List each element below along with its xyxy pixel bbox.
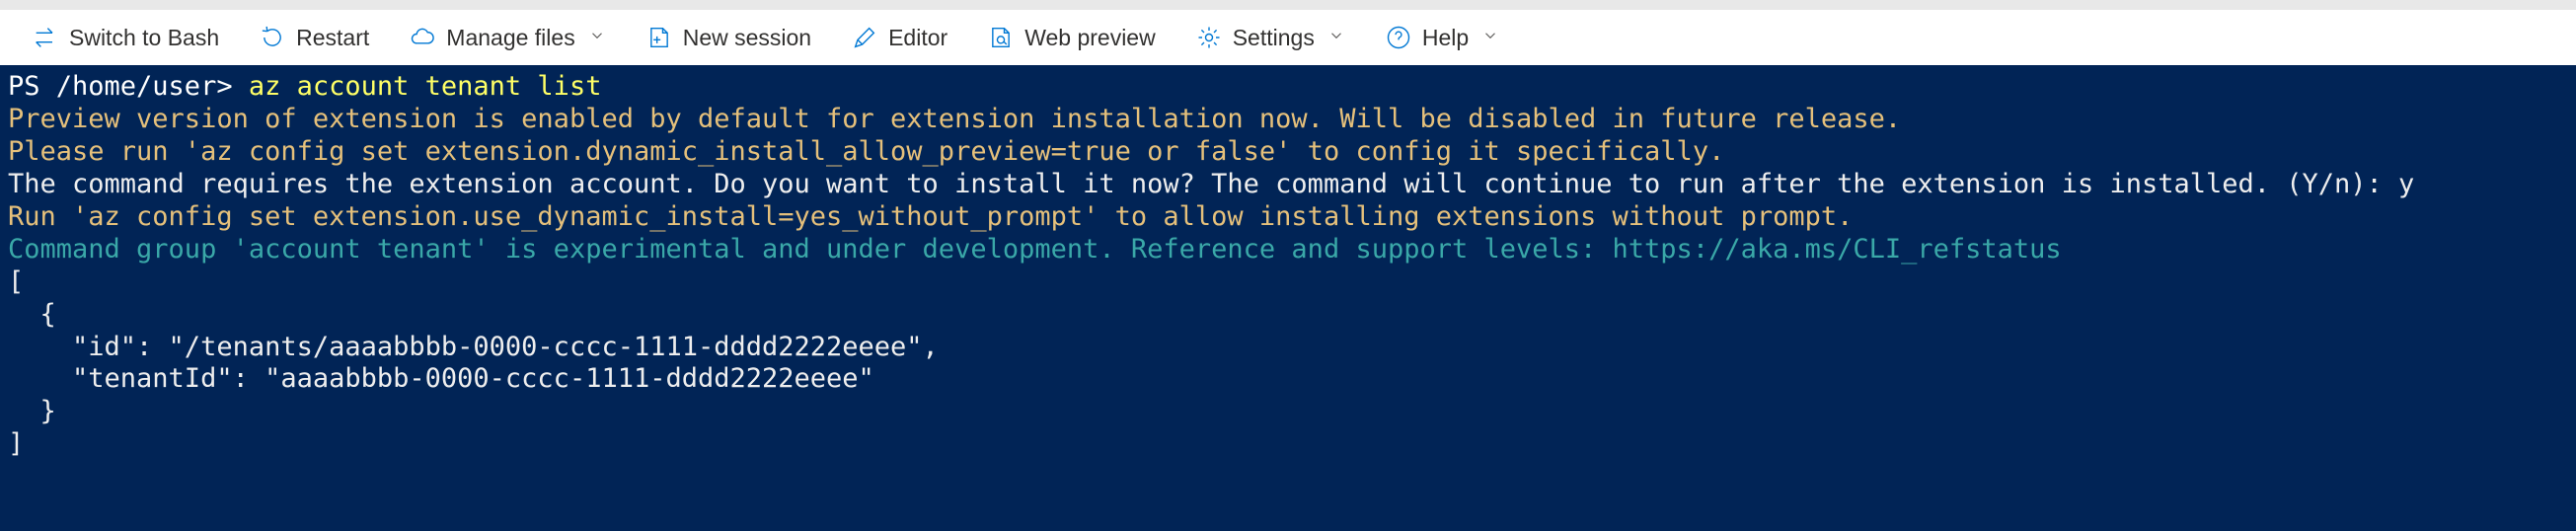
chevron-down-icon (588, 27, 606, 49)
web-preview-label: Web preview (1024, 25, 1156, 51)
editor-button[interactable]: Editor (831, 10, 967, 65)
restart-icon (259, 24, 286, 51)
command-text: az account tenant list (233, 71, 602, 102)
manage-files-label: Manage files (446, 25, 574, 51)
output-json: "id": "/tenants/aaaabbbb-0000-cccc-1111-… (8, 332, 939, 362)
web-preview-button[interactable]: Web preview (967, 10, 1175, 65)
output-line: The command requires the extension accou… (8, 169, 2414, 199)
web-preview-icon (987, 24, 1015, 51)
output-line: Run 'az config set extension.use_dynamic… (8, 201, 1853, 232)
output-json: } (8, 396, 56, 426)
toolbar: Switch to Bash Restart Manage files New … (0, 10, 2576, 65)
new-session-icon (645, 24, 673, 51)
settings-label: Settings (1233, 25, 1315, 51)
settings-button[interactable]: Settings (1175, 10, 1365, 65)
chevron-down-icon (1481, 27, 1499, 49)
output-line: Preview version of extension is enabled … (8, 104, 1901, 134)
new-session-label: New session (683, 25, 811, 51)
output-json: [ (8, 266, 24, 297)
restart-button[interactable]: Restart (239, 10, 389, 65)
switch-to-bash-label: Switch to Bash (69, 25, 219, 51)
help-button[interactable]: Help (1365, 10, 1519, 65)
restart-label: Restart (296, 25, 369, 51)
prompt-label: PS /home/user> (8, 71, 233, 102)
gear-icon (1195, 24, 1223, 51)
chevron-down-icon (1327, 27, 1345, 49)
help-label: Help (1422, 25, 1469, 51)
editor-label: Editor (888, 25, 947, 51)
help-icon (1385, 24, 1412, 51)
new-session-button[interactable]: New session (626, 10, 831, 65)
cloud-icon (409, 24, 436, 51)
swap-icon (32, 24, 59, 51)
output-json: ] (8, 428, 24, 459)
top-edge (0, 0, 2576, 10)
manage-files-button[interactable]: Manage files (389, 10, 625, 65)
output-line: Please run 'az config set extension.dyna… (8, 136, 1724, 167)
terminal-pane[interactable]: PS /home/user> az account tenant list Pr… (0, 65, 2576, 531)
output-line: Command group 'account tenant' is experi… (8, 234, 2062, 265)
pencil-icon (851, 24, 878, 51)
switch-to-bash-button[interactable]: Switch to Bash (12, 10, 239, 65)
output-json: { (8, 299, 56, 330)
output-json: "tenantId": "aaaabbbb-0000-cccc-1111-ddd… (8, 363, 874, 394)
